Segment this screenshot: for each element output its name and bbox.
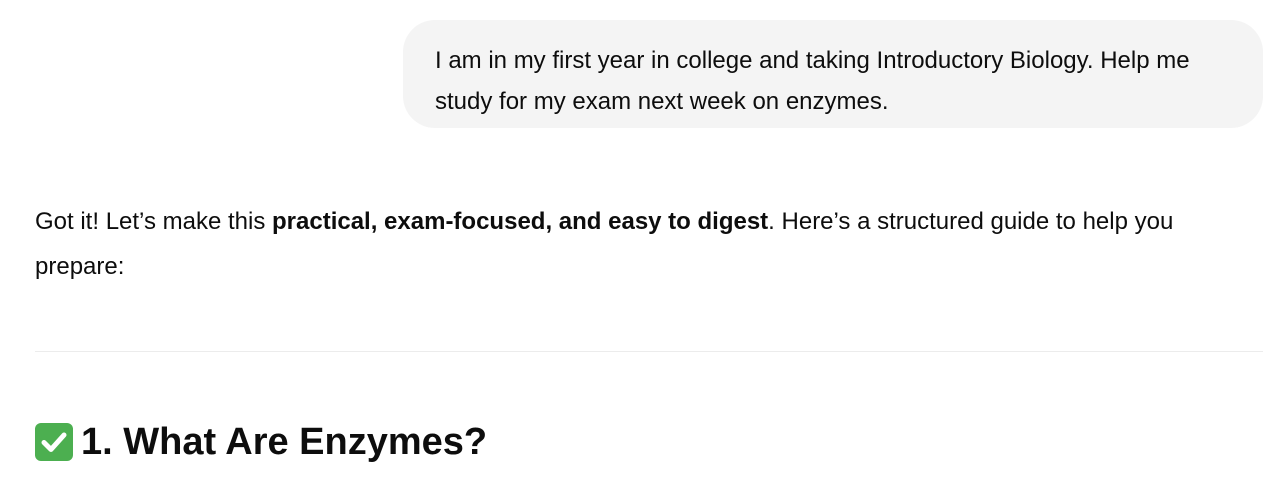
section-heading: 1. What Are Enzymes? — [35, 418, 487, 466]
user-message-bubble: I am in my first year in college and tak… — [403, 20, 1263, 128]
assistant-intro-prefix: Got it! Let’s make this — [35, 208, 272, 235]
section-heading-text: 1. What Are Enzymes? — [81, 421, 488, 463]
check-mark-button-icon — [35, 423, 73, 461]
assistant-intro-paragraph: Got it! Let’s make this practical, exam-… — [35, 199, 1245, 289]
assistant-intro-emphasis: practical, exam-focused, and easy to dig… — [272, 208, 769, 235]
user-message-text: I am in my first year in college and tak… — [435, 47, 1190, 115]
section-divider — [35, 351, 1263, 352]
